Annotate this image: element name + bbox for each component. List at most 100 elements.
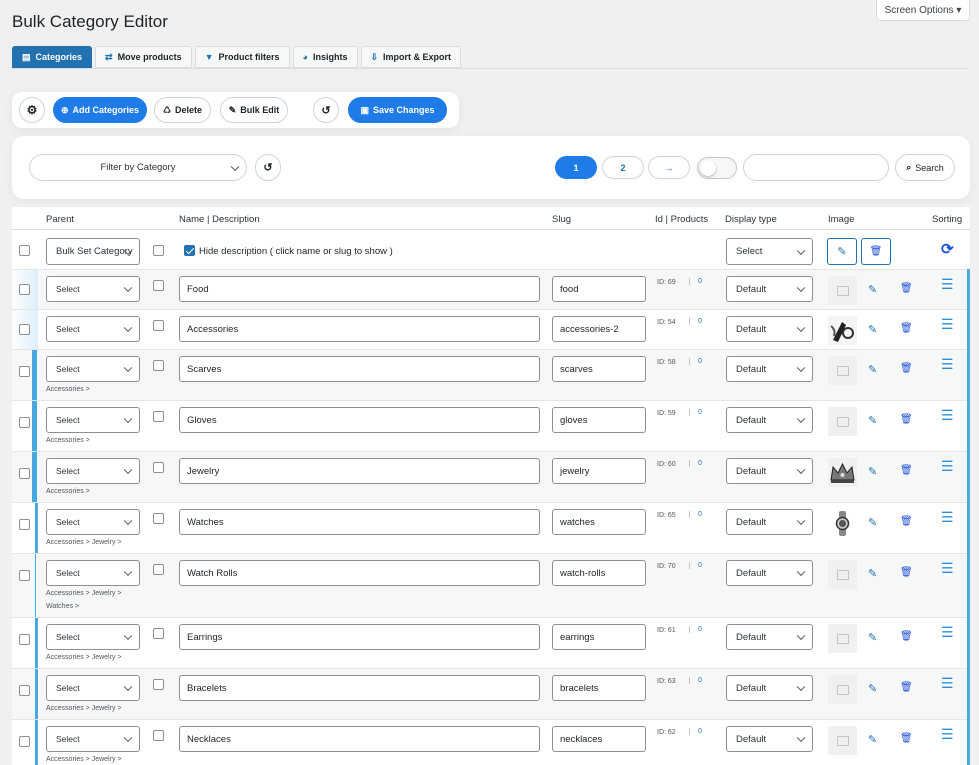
screen-options-button[interactable]: Screen Options ▾	[876, 0, 970, 21]
edit-image-icon[interactable]: ✎	[868, 323, 877, 336]
product-count[interactable]: 0	[689, 511, 702, 518]
row-checkbox[interactable]	[19, 570, 30, 581]
trash-icon[interactable]: 🗑	[900, 283, 913, 294]
drag-handle-icon[interactable]: ☰	[941, 561, 954, 575]
category-name-input[interactable]: Jewelry	[179, 458, 540, 484]
edit-image-icon[interactable]: ✎	[868, 516, 877, 529]
image-placeholder-icon[interactable]	[828, 356, 857, 385]
tab-move-products[interactable]: ⇄ Move products	[95, 46, 192, 68]
category-slug-input[interactable]: bracelets	[552, 675, 646, 701]
bulk-edit-button[interactable]: ✎ Bulk Edit	[220, 97, 288, 123]
bulk-name-checkbox[interactable]	[153, 245, 164, 256]
category-slug-input[interactable]: scarves	[552, 356, 646, 382]
image-placeholder-icon[interactable]	[828, 624, 857, 653]
product-count[interactable]: 0	[689, 460, 702, 467]
product-count[interactable]: 0	[689, 677, 702, 684]
row-checkbox[interactable]	[19, 634, 30, 645]
bulk-image-delete-button[interactable]: 🗑	[861, 238, 891, 265]
row-name-checkbox[interactable]	[153, 679, 164, 690]
category-slug-input[interactable]: accessories-2	[552, 316, 646, 342]
category-name-input[interactable]: Bracelets	[179, 675, 540, 701]
display-type-select[interactable]: Default	[726, 675, 813, 701]
category-image[interactable]	[828, 458, 857, 487]
trash-icon[interactable]: 🗑	[900, 631, 913, 642]
product-count[interactable]: 0	[689, 562, 702, 569]
category-name-input[interactable]: Earrings	[179, 624, 540, 650]
view-toggle[interactable]	[697, 157, 737, 179]
tab-product-filters[interactable]: ▼ Product filters	[194, 46, 290, 68]
edit-image-icon[interactable]: ✎	[868, 682, 877, 695]
row-checkbox[interactable]	[19, 468, 30, 479]
bulk-parent-select[interactable]: Bulk Set Category	[46, 238, 140, 265]
save-changes-button[interactable]: ▣ Save Changes	[348, 97, 447, 123]
image-placeholder-icon[interactable]	[828, 276, 857, 305]
edit-image-icon[interactable]: ✎	[868, 363, 877, 376]
product-count[interactable]: 0	[689, 409, 702, 416]
trash-icon[interactable]: 🗑	[900, 465, 913, 476]
display-type-select[interactable]: Default	[726, 560, 813, 586]
parent-select[interactable]: Select	[46, 458, 140, 484]
next-page-button[interactable]: →	[648, 156, 690, 179]
parent-select[interactable]: Select	[46, 675, 140, 701]
category-image[interactable]	[828, 509, 857, 538]
page-2-button[interactable]: 2	[602, 156, 644, 179]
search-input[interactable]	[743, 154, 889, 181]
undo-button[interactable]: ↺	[313, 97, 339, 123]
category-name-input[interactable]: Accessories	[179, 316, 540, 342]
row-name-checkbox[interactable]	[153, 320, 164, 331]
edit-image-icon[interactable]: ✎	[868, 567, 877, 580]
display-type-select[interactable]: Default	[726, 624, 813, 650]
settings-button[interactable]: ⚙	[19, 97, 45, 123]
product-count[interactable]: 0	[689, 358, 702, 365]
category-name-input[interactable]: Watch Rolls	[179, 560, 540, 586]
parent-select[interactable]: Select	[46, 624, 140, 650]
trash-icon[interactable]: 🗑	[900, 363, 913, 374]
parent-select[interactable]: Select	[46, 509, 140, 535]
product-count[interactable]: 0	[689, 278, 702, 285]
drag-handle-icon[interactable]: ☰	[941, 277, 954, 291]
category-image[interactable]	[828, 316, 857, 345]
image-placeholder-icon[interactable]	[828, 726, 857, 755]
edit-image-icon[interactable]: ✎	[868, 414, 877, 427]
category-slug-input[interactable]: jewelry	[552, 458, 646, 484]
category-slug-input[interactable]: gloves	[552, 407, 646, 433]
edit-image-icon[interactable]: ✎	[868, 283, 877, 296]
display-type-select[interactable]: Default	[726, 458, 813, 484]
category-slug-input[interactable]: food	[552, 276, 646, 302]
image-placeholder-icon[interactable]	[828, 407, 857, 436]
parent-select[interactable]: Select	[46, 276, 140, 302]
drag-handle-icon[interactable]: ☰	[941, 459, 954, 473]
parent-select[interactable]: Select	[46, 560, 140, 586]
parent-select[interactable]: Select	[46, 407, 140, 433]
row-checkbox[interactable]	[19, 284, 30, 295]
bulk-image-edit-button[interactable]: ✎	[827, 238, 857, 265]
category-slug-input[interactable]: earrings	[552, 624, 646, 650]
parent-select[interactable]: Select	[46, 356, 140, 382]
category-slug-input[interactable]: necklaces	[552, 726, 646, 752]
trash-icon[interactable]: 🗑	[900, 516, 913, 527]
parent-select[interactable]: Select	[46, 726, 140, 752]
edit-image-icon[interactable]: ✎	[868, 631, 877, 644]
drag-handle-icon[interactable]: ☰	[941, 625, 954, 639]
display-type-select[interactable]: Default	[726, 509, 813, 535]
drag-handle-icon[interactable]: ☰	[941, 317, 954, 331]
display-type-select[interactable]: Default	[726, 316, 813, 342]
trash-icon[interactable]: 🗑	[900, 733, 913, 744]
image-placeholder-icon[interactable]	[828, 675, 857, 704]
row-checkbox[interactable]	[19, 685, 30, 696]
display-type-select[interactable]: Default	[726, 356, 813, 382]
reset-filter-button[interactable]: ↺	[255, 154, 281, 181]
row-checkbox[interactable]	[19, 366, 30, 377]
row-checkbox[interactable]	[19, 417, 30, 428]
row-checkbox[interactable]	[19, 736, 30, 747]
select-all-checkbox[interactable]	[19, 245, 30, 256]
category-slug-input[interactable]: watches	[552, 509, 646, 535]
parent-select[interactable]: Select	[46, 316, 140, 342]
trash-icon[interactable]: 🗑	[900, 682, 913, 693]
display-type-select[interactable]: Default	[726, 407, 813, 433]
hide-description-checkbox[interactable]	[184, 245, 195, 256]
add-categories-button[interactable]: ⊕ Add Categories	[53, 97, 147, 123]
tab-categories[interactable]: ▤ Categories	[12, 46, 93, 68]
image-placeholder-icon[interactable]	[828, 560, 857, 589]
edit-image-icon[interactable]: ✎	[868, 465, 877, 478]
